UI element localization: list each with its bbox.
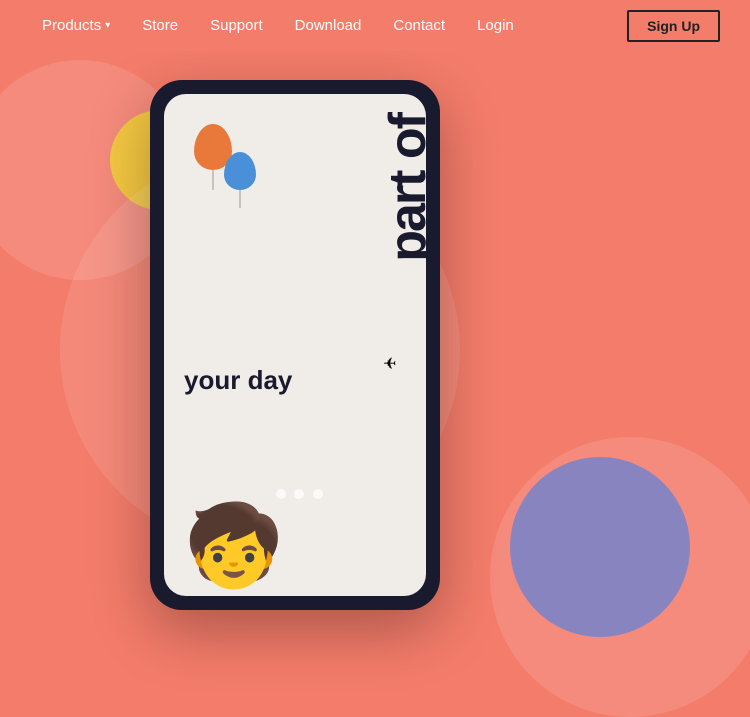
dot-1 (276, 489, 286, 499)
nav-support[interactable]: Support (198, 11, 275, 40)
nav-login[interactable]: Login (465, 11, 526, 40)
device-screen: part of your day ✈ 🧒 (164, 94, 426, 596)
nav-store[interactable]: Store (130, 11, 190, 40)
nav-login-label: Login (477, 17, 514, 34)
nav-contact[interactable]: Contact (381, 11, 457, 40)
bg-circle-mid-right (510, 457, 690, 637)
chevron-down-icon: ▾ (105, 20, 110, 31)
your-day-text: your day (184, 365, 292, 396)
balloon-blue (224, 152, 256, 190)
dot-2 (294, 489, 304, 499)
signup-button[interactable]: Sign Up (627, 10, 720, 42)
device-wrapper: part of your day ✈ 🧒 (150, 80, 440, 610)
nav-contact-label: Contact (393, 17, 445, 34)
bg-circle-bottom-right (490, 437, 750, 717)
nav-products-label: Products (42, 17, 101, 34)
dot-3 (313, 489, 323, 499)
navigation: Products ▾ Store Support Download Contac… (0, 0, 750, 51)
nav-download-label: Download (295, 17, 362, 34)
nav-store-label: Store (142, 17, 178, 34)
device-frame: part of your day ✈ 🧒 (150, 80, 440, 610)
nav-download[interactable]: Download (283, 11, 374, 40)
nav-items: Products ▾ Store Support Download Contac… (30, 11, 627, 40)
nav-support-label: Support (210, 17, 263, 34)
character-illustration: 🧒 (184, 506, 284, 586)
nav-products[interactable]: Products ▾ (30, 11, 122, 40)
vertical-text: part of (382, 114, 426, 262)
signup-label: Sign Up (647, 18, 700, 34)
airplane-icon: ✈ (383, 354, 396, 374)
